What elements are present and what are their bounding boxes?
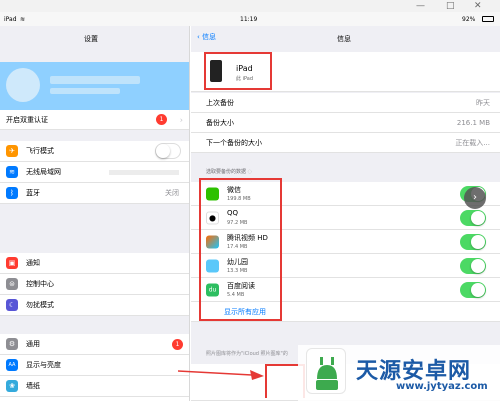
annotation-arrow-icon (178, 370, 264, 380)
sidebar-item-display[interactable]: AA 显示与亮度 (0, 355, 189, 376)
two-factor-row[interactable]: 开启双重认证 1 › (0, 110, 189, 130)
android-logo-icon (306, 348, 346, 394)
sidebar-item-label: 显示与亮度 (26, 361, 61, 369)
page-title: 设置 (84, 35, 98, 43)
device-label: iPad (4, 16, 17, 23)
sidebar-item-label: 蓝牙 (26, 189, 40, 197)
section-header: 选取要备份的数据 ◌ (206, 168, 252, 175)
baidu-reading-toggle[interactable] (460, 281, 486, 298)
status-bar: iPad ≋ 11:19 92% (0, 12, 500, 26)
sidebar-item-label: 墙纸 (26, 382, 40, 390)
info-row: 上次备份 昨天 (191, 93, 500, 113)
minimize-button[interactable]: — (416, 1, 425, 11)
wifi-network-redacted (109, 170, 179, 175)
sidebar-item-label: 勿扰模式 (26, 301, 54, 309)
sidebar-item-sounds[interactable]: ♪ 声音 (0, 397, 189, 401)
watermark-url: www.jytyaz.com (396, 381, 488, 392)
info-value: 216.1 MB (456, 118, 490, 127)
chevron-right-icon: › (473, 192, 477, 203)
kindergarten-toggle[interactable] (460, 257, 486, 274)
wallpaper-icon: ❀ (6, 380, 18, 392)
back-button[interactable]: ‹ 信息 (197, 32, 216, 42)
sidebar-item-bluetooth[interactable]: ᛒ 蓝牙 关闭 (0, 183, 189, 204)
footer-note: 照片图库将作为"iCloud 照片图库"的 (206, 351, 288, 357)
bluetooth-status: 关闭 (165, 189, 179, 197)
tencent-video-toggle[interactable] (460, 233, 486, 250)
notification-icon: ▣ (6, 257, 18, 269)
bluetooth-icon: ᛒ (6, 187, 18, 199)
sidebar-item-general[interactable]: ⚙ 通用 1 (0, 334, 189, 355)
sidebar-item-label: 飞行模式 (26, 147, 54, 155)
gear-icon: ⚙ (6, 338, 18, 350)
sidebar-item-control-center[interactable]: ⊜ 控制中心 (0, 274, 189, 295)
back-button-label: 信息 (202, 33, 217, 41)
wifi-status-icon: ≋ (20, 16, 26, 23)
sidebar-item-label: 通用 (26, 340, 40, 348)
sidebar-item-airplane[interactable]: ✈ 飞行模式 (0, 141, 189, 162)
info-label: 下一个备份的大小 (206, 138, 262, 147)
highlight-box-apps (199, 178, 282, 321)
general-badge: 1 (172, 339, 183, 350)
watermark: 天源安卓网 www.jytyaz.com (298, 345, 500, 401)
sidebar-item-notifications[interactable]: ▣ 通知 (0, 253, 189, 274)
airplane-toggle[interactable] (155, 143, 181, 159)
info-row: 下一个备份的大小 正在载入... (191, 133, 500, 153)
account-banner[interactable] (0, 62, 189, 110)
battery-percent: 92% (462, 16, 476, 23)
two-factor-label: 开启双重认证 (6, 115, 48, 124)
sidebar-item-label: 无线局域网 (26, 168, 61, 176)
clock: 11:19 (240, 16, 258, 23)
settings-sidebar: 设置 开启双重认证 1 › ✈ 飞行模式 ≋ 无线局域网 ᛒ 蓝牙 关闭 ▣ 通… (0, 26, 190, 401)
window-titlebar: — □ ✕ (0, 0, 500, 12)
sidebar-item-label: 控制中心 (26, 280, 54, 288)
control-center-icon: ⊜ (6, 278, 18, 290)
maximize-button[interactable]: □ (446, 1, 455, 11)
avatar (6, 68, 40, 102)
moon-icon: ☾ (6, 299, 18, 311)
sidebar-item-wifi[interactable]: ≋ 无线局域网 (0, 162, 189, 183)
loading-spinner-icon: ◌ (247, 169, 252, 175)
sidebar-item-wallpaper[interactable]: ❀ 墙纸 (0, 376, 189, 397)
assistive-touch-button[interactable]: › (464, 187, 486, 209)
close-button[interactable]: ✕ (474, 1, 482, 11)
qq-toggle[interactable] (460, 209, 486, 226)
chevron-right-icon: › (179, 115, 183, 124)
info-value: 昨天 (476, 98, 490, 107)
account-name-redacted (50, 76, 140, 84)
info-label: 上次备份 (206, 98, 234, 107)
panel-title: 信息 (337, 35, 351, 43)
sidebar-item-label: 通知 (26, 259, 40, 267)
chevron-left-icon: ‹ (197, 33, 200, 41)
account-sub-redacted (50, 88, 120, 94)
wifi-icon: ≋ (6, 166, 18, 178)
info-value: 正在载入... (455, 138, 490, 147)
section-header-text: 选取要备份的数据 (206, 169, 247, 175)
sidebar-item-dnd[interactable]: ☾ 勿扰模式 (0, 295, 189, 316)
two-factor-badge: 1 (156, 114, 167, 125)
brightness-icon: AA (6, 359, 18, 371)
airplane-icon: ✈ (6, 145, 18, 157)
info-row: 备份大小 216.1 MB (191, 113, 500, 133)
highlight-box-device (204, 52, 272, 90)
battery-icon (482, 16, 494, 22)
info-label: 备份大小 (206, 118, 234, 127)
